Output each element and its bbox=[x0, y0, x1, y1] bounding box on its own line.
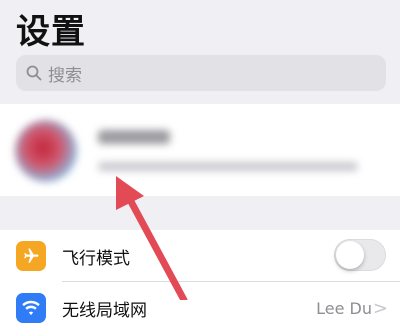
chevron-right-icon: > bbox=[372, 297, 388, 319]
wifi-label: 无线局域网 bbox=[62, 300, 147, 321]
profile-name-blurred bbox=[98, 130, 170, 144]
wifi-icon bbox=[16, 293, 46, 323]
airplane-mode-toggle[interactable] bbox=[334, 239, 386, 271]
avatar bbox=[15, 120, 77, 182]
settings-row-airplane-mode[interactable]: 飞行模式 bbox=[0, 230, 400, 282]
wifi-network-name: Lee Du bbox=[316, 298, 372, 318]
search-placeholder: 搜索 bbox=[48, 65, 82, 86]
apple-id-profile-row[interactable] bbox=[0, 104, 400, 196]
search-input[interactable]: 搜索 bbox=[16, 55, 386, 91]
search-icon bbox=[20, 55, 48, 91]
toggle-knob bbox=[336, 241, 364, 269]
airplane-mode-label: 飞行模式 bbox=[62, 248, 130, 269]
settings-row-wifi[interactable]: 无线局域网 Lee Du > bbox=[0, 282, 400, 334]
airplane-icon bbox=[16, 241, 46, 271]
page-title: 设置 bbox=[16, 12, 86, 52]
blurred-profile-content bbox=[0, 104, 400, 196]
profile-subtitle-blurred bbox=[98, 162, 358, 171]
settings-list: 飞行模式 无线局域网 Lee Du > bbox=[0, 230, 400, 334]
